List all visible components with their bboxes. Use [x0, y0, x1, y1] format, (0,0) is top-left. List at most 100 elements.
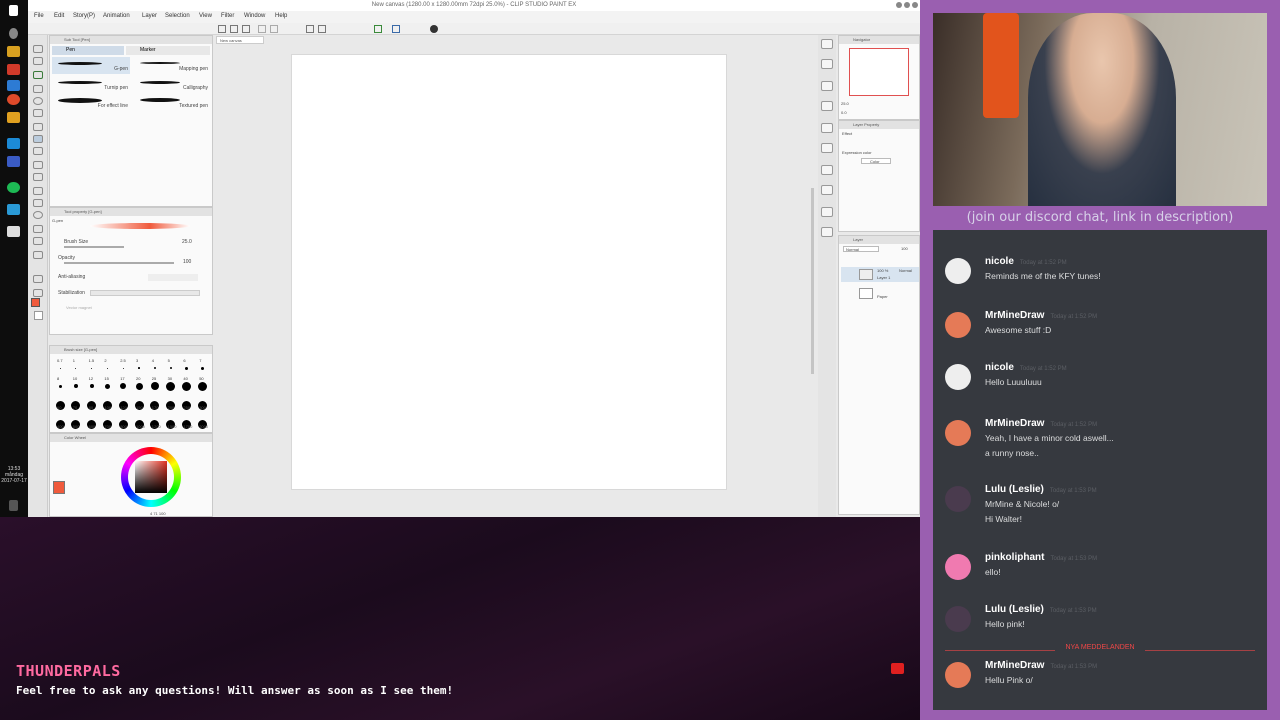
brush-size-dot[interactable] [169, 367, 172, 369]
drawing-canvas[interactable] [291, 54, 727, 490]
brush-size-dot[interactable] [184, 366, 188, 370]
minimize-icon[interactable] [896, 2, 902, 8]
layer-row[interactable]: Paper [841, 286, 919, 301]
sub-color-swatch[interactable] [34, 311, 43, 320]
app-icon-cyan[interactable] [7, 204, 20, 215]
redo-icon[interactable] [270, 25, 278, 33]
blend-tool-icon[interactable] [33, 211, 43, 219]
file-explorer-icon[interactable] [7, 46, 20, 57]
avatar[interactable] [945, 606, 971, 632]
crop-icon[interactable] [318, 25, 326, 33]
avatar[interactable] [945, 420, 971, 446]
expression-select[interactable]: Color [861, 158, 891, 164]
navigator-preview[interactable] [849, 48, 909, 96]
menu-edit[interactable]: Edit [54, 13, 64, 19]
app-icon-yellow[interactable] [7, 112, 20, 123]
figure-icon[interactable] [33, 251, 43, 259]
brush-size-value[interactable]: 25.0 [182, 239, 192, 245]
zoom-tool-icon[interactable] [33, 45, 43, 53]
pencil-tool-icon[interactable] [33, 147, 43, 155]
taskbar-clock[interactable]: 13:53 måndag 2017-07-17 [0, 466, 28, 484]
open-icon[interactable] [230, 25, 238, 33]
opacity-value[interactable]: 100 [183, 259, 191, 265]
maximize-icon[interactable] [904, 2, 910, 8]
main-color-chip[interactable] [53, 481, 65, 494]
panel-icon-3[interactable] [821, 81, 833, 91]
balloon-icon[interactable] [33, 289, 43, 297]
chat-username[interactable]: Lulu (Leslie) Today at 1:53 PM [985, 484, 1097, 495]
avatar[interactable] [945, 662, 971, 688]
zoom-value[interactable]: 25.0 [841, 101, 849, 106]
menu-window[interactable]: Window [244, 13, 265, 19]
panel-icon-5[interactable] [821, 123, 833, 133]
brush-size-dot[interactable] [89, 384, 94, 388]
brush-size-dot[interactable] [138, 367, 140, 369]
panel-icon-7[interactable] [821, 165, 833, 175]
chat-username[interactable]: nicole Today at 1:52 PM [985, 362, 1067, 373]
menu-help[interactable]: Help [275, 13, 287, 19]
gradient-icon[interactable] [33, 237, 43, 245]
eyedropper-icon[interactable] [33, 123, 43, 131]
windows-start-icon[interactable] [9, 5, 18, 16]
save-icon[interactable] [242, 25, 250, 33]
chat-username[interactable]: Lulu (Leslie) Today at 1:53 PM [985, 604, 1097, 615]
chat-username[interactable]: MrMineDraw Today at 1:53 PM [985, 660, 1097, 671]
fill-tool-icon[interactable] [33, 225, 43, 233]
brush-size-dot[interactable] [166, 381, 176, 391]
panel-icon-1[interactable] [821, 39, 833, 49]
hue-ring[interactable] [121, 447, 181, 507]
brush-g-pen[interactable]: G-pen [52, 57, 130, 74]
selection-tool-icon[interactable] [33, 97, 43, 105]
antialias-selector[interactable] [148, 274, 198, 281]
panel-icon-10[interactable] [821, 227, 833, 237]
skype-icon[interactable] [7, 138, 20, 149]
brush-calligraphy[interactable]: Calligraphy [132, 76, 210, 93]
spotify-icon[interactable] [7, 182, 20, 193]
avatar[interactable] [945, 312, 971, 338]
brush-mapping-pen[interactable]: Mapping pen [132, 57, 210, 74]
close-icon[interactable] [912, 2, 918, 8]
layer-row[interactable]: 100 % Normal Layer 1 [841, 267, 919, 282]
search-icon[interactable] [9, 28, 18, 39]
brush-size-dot[interactable] [120, 383, 127, 389]
brush-textured-pen[interactable]: Textured pen [132, 94, 210, 111]
avatar[interactable] [945, 258, 971, 284]
ruler-icon[interactable] [392, 25, 400, 33]
stabilization-slider[interactable] [90, 290, 200, 296]
pen-tool-icon[interactable] [33, 135, 43, 143]
panel-icon-9[interactable] [821, 207, 833, 217]
brush-size-dot[interactable] [122, 367, 124, 369]
brush-size-dot[interactable] [59, 367, 61, 369]
brush-size-dot[interactable] [91, 367, 93, 369]
move-layer-icon[interactable] [33, 85, 43, 93]
brush-size-dot[interactable] [181, 381, 191, 391]
angle-value[interactable]: 0.0 [841, 110, 847, 115]
brush-size-dot[interactable] [197, 381, 207, 391]
menu-layer[interactable]: Layer [142, 13, 157, 19]
brush-size-dot[interactable] [104, 383, 110, 389]
hand-tool-icon[interactable] [33, 57, 43, 65]
clip-studio-icon[interactable] [7, 226, 20, 237]
auto-select-icon[interactable] [33, 109, 43, 117]
eraser-icon[interactable] [33, 199, 43, 207]
menu-view[interactable]: View [199, 13, 212, 19]
app-icon-blue[interactable] [7, 80, 20, 91]
menu-selection[interactable]: Selection [165, 13, 190, 19]
brush-size-dot[interactable] [200, 366, 204, 370]
brush-size-slider[interactable] [64, 246, 124, 248]
brush-size-dot[interactable] [58, 384, 62, 388]
chat-username[interactable]: MrMineDraw Today at 1:52 PM [985, 418, 1097, 429]
menu-filter[interactable]: Filter [221, 13, 234, 19]
layer-opacity[interactable]: 100 [901, 246, 908, 251]
panel-icon-6[interactable] [821, 143, 833, 153]
panel-icon-8[interactable] [821, 185, 833, 195]
help-icon[interactable] [430, 25, 438, 33]
avatar[interactable] [945, 486, 971, 512]
menu-file[interactable]: File [34, 13, 44, 19]
brush-size-dot[interactable] [150, 382, 159, 390]
main-color-swatch[interactable] [31, 298, 40, 307]
transform-icon[interactable] [306, 25, 314, 33]
panel-icon-4[interactable] [821, 101, 833, 111]
panel-icon-2[interactable] [821, 59, 833, 69]
tab-pen[interactable]: Pen [52, 46, 124, 55]
